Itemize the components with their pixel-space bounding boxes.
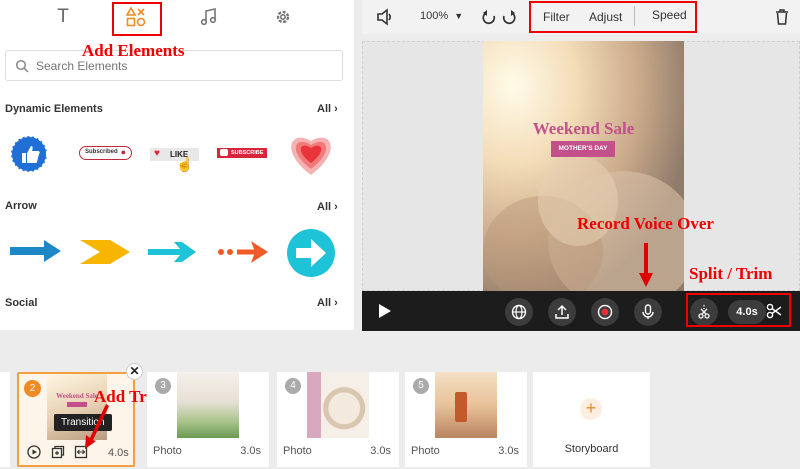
like-element[interactable]: ♥ LIKE ☝ bbox=[150, 148, 199, 172]
thumbs-up-element[interactable] bbox=[10, 130, 48, 176]
slide-4[interactable]: 4 Photo 3.0s bbox=[277, 372, 399, 467]
add-elements-annotation: Add Elements bbox=[82, 41, 185, 60]
subscribe-label: SUBSCRIBE bbox=[231, 150, 264, 156]
settings-tab[interactable] bbox=[258, 0, 308, 34]
zoom-select[interactable]: 100% ▼ bbox=[420, 10, 463, 22]
gear-icon bbox=[276, 10, 290, 24]
social-title: Social bbox=[5, 297, 38, 309]
slide-4-thumb bbox=[307, 372, 369, 438]
all-label: All bbox=[317, 201, 332, 213]
upload-icon bbox=[555, 304, 569, 319]
slide-duration: 3.0s bbox=[370, 445, 391, 457]
elements-tab-highlight bbox=[112, 2, 162, 36]
play-icon bbox=[220, 149, 228, 156]
dynamic-elements-all-link[interactable]: All › bbox=[317, 103, 338, 115]
heart-icon bbox=[291, 137, 331, 175]
caret-down-icon: ▼ bbox=[454, 11, 464, 21]
subscribed-element[interactable]: Subscribed ● bbox=[79, 146, 132, 160]
chevron-right-icon: › bbox=[334, 201, 338, 213]
play-icon[interactable] bbox=[378, 303, 392, 319]
record-icon bbox=[597, 304, 613, 320]
storyboard-label: Storyboard bbox=[564, 443, 619, 455]
slide-5-thumb-glass bbox=[455, 392, 467, 422]
duplicate-icon[interactable] bbox=[51, 445, 65, 459]
slide-4-thumb-accent bbox=[307, 372, 321, 438]
arrow-title: Arrow bbox=[5, 200, 37, 212]
preview-headline[interactable]: Weekend Sale bbox=[483, 119, 684, 139]
slide-5-thumb bbox=[435, 372, 497, 438]
play-circle-icon[interactable] bbox=[27, 445, 41, 459]
slide-duration: 3.0s bbox=[240, 445, 261, 457]
heart-element[interactable] bbox=[285, 129, 337, 177]
slide-type: Photo bbox=[411, 445, 440, 457]
slide-number: 4 bbox=[285, 378, 301, 394]
globe-icon bbox=[511, 304, 527, 320]
search-icon bbox=[15, 59, 29, 73]
red-arrow-down-icon bbox=[639, 243, 653, 287]
subscribe-element[interactable]: SUBSCRIBE bbox=[217, 148, 267, 158]
split-trim-annotation: Split / Trim bbox=[689, 264, 773, 283]
dynamic-elements-title: Dynamic Elements bbox=[5, 103, 103, 115]
text-tab[interactable]: T bbox=[38, 0, 88, 34]
social-all-link[interactable]: All › bbox=[317, 297, 338, 309]
music-icon bbox=[200, 8, 217, 26]
export-button[interactable] bbox=[548, 298, 576, 326]
slide-3-thumb bbox=[177, 372, 239, 438]
chevron-right-icon: › bbox=[334, 103, 338, 115]
text-icon: T bbox=[57, 6, 69, 27]
close-icon[interactable]: ✕ bbox=[126, 363, 143, 380]
slide-previous[interactable] bbox=[0, 372, 10, 467]
slide-3[interactable]: 3 Photo 3.0s bbox=[147, 372, 269, 467]
preview-photo: Weekend Sale MOTHER'S DAY bbox=[483, 41, 684, 291]
cyan-arrow-element[interactable] bbox=[148, 240, 198, 264]
slide-number: 3 bbox=[155, 378, 171, 394]
zoom-value: 100% bbox=[420, 10, 449, 22]
music-tab[interactable] bbox=[184, 0, 234, 34]
slide-number: 5 bbox=[413, 378, 429, 394]
circle-arrow-element[interactable] bbox=[286, 228, 336, 278]
heart-icon: ♥ bbox=[154, 148, 160, 159]
trash-icon[interactable] bbox=[775, 9, 789, 25]
slide-type: Photo bbox=[283, 445, 312, 457]
language-button[interactable] bbox=[505, 298, 533, 326]
subscribed-label: Subscribed bbox=[85, 149, 118, 155]
voice-over-button[interactable] bbox=[634, 298, 662, 326]
volume-icon[interactable] bbox=[376, 8, 394, 26]
undo-icon[interactable] bbox=[482, 9, 496, 25]
thumbs-up-icon bbox=[10, 135, 48, 173]
microphone-icon bbox=[642, 304, 654, 319]
bell-icon: ● bbox=[120, 147, 126, 157]
red-arrow-diagonal-icon bbox=[85, 404, 109, 449]
record-voice-over-annotation: Record Voice Over bbox=[577, 214, 714, 233]
slide-type: Photo bbox=[153, 445, 182, 457]
redo-icon[interactable] bbox=[502, 9, 516, 25]
filter-adjust-speed-highlight bbox=[529, 1, 697, 33]
chevron-right-icon: › bbox=[334, 297, 338, 309]
all-label: All bbox=[317, 103, 332, 115]
yellow-arrow-element[interactable] bbox=[80, 238, 132, 266]
split-trim-highlight bbox=[686, 293, 791, 327]
slide-duration: 3.0s bbox=[498, 445, 519, 457]
toolbar-divider bbox=[634, 6, 635, 26]
add-storyboard-button[interactable]: + Storyboard bbox=[533, 372, 650, 467]
preview-subline[interactable]: MOTHER'S DAY bbox=[551, 141, 615, 157]
cursor-icon: ☝ bbox=[176, 156, 194, 172]
slide-number: 2 bbox=[24, 380, 41, 397]
arrow-all-link[interactable]: All › bbox=[317, 201, 338, 213]
preview-photo-image bbox=[483, 41, 684, 291]
orange-dotted-arrow-element[interactable] bbox=[217, 240, 269, 264]
blue-arrow-element[interactable] bbox=[10, 238, 62, 264]
record-button[interactable] bbox=[591, 298, 619, 326]
plus-icon: + bbox=[580, 398, 602, 420]
slide-5[interactable]: 5 Photo 3.0s bbox=[405, 372, 527, 467]
all-label: All bbox=[317, 297, 332, 309]
